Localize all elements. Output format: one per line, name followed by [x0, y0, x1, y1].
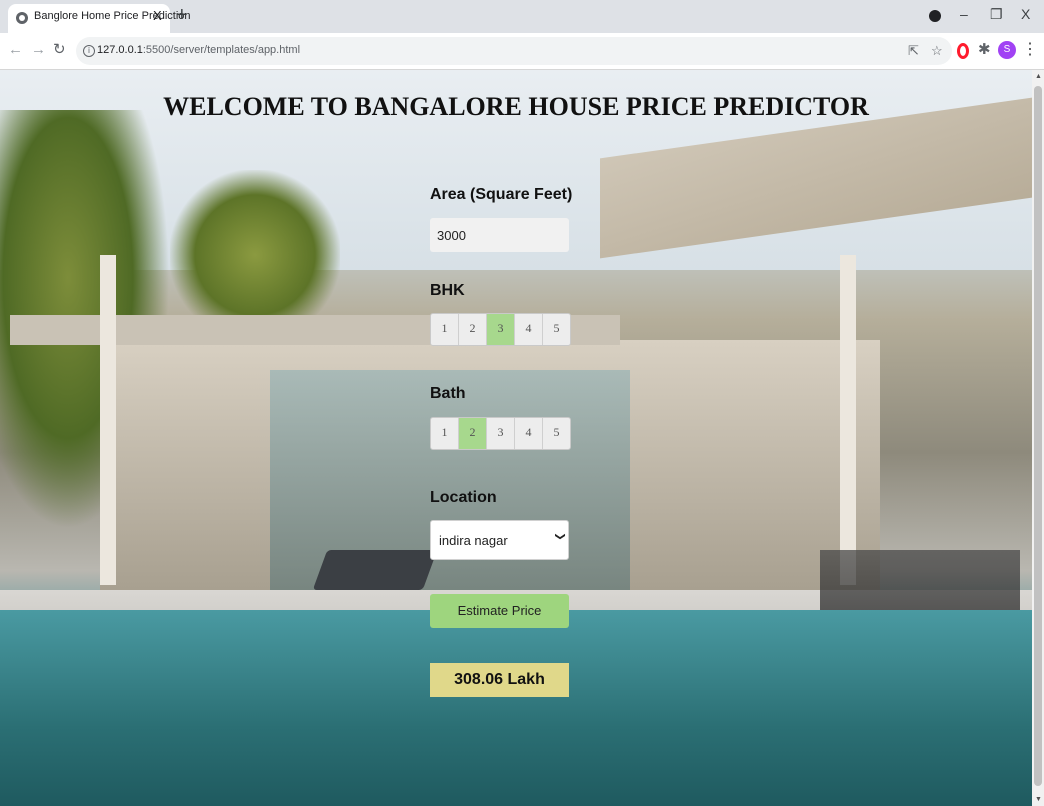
address-bar[interactable]: i 127.0.0.1:5500/server/templates/app.ht…	[76, 37, 952, 65]
info-icon[interactable]: i	[83, 45, 95, 57]
bhk-option[interactable]: 4	[515, 314, 543, 345]
browser-toolbar: ← → ↻ i 127.0.0.1:5500/server/templates/…	[0, 33, 1044, 70]
restore-button[interactable]: ❐	[990, 5, 1003, 23]
reload-icon[interactable]: ↻	[53, 41, 66, 59]
bath-label: Bath	[430, 385, 466, 402]
page-title: WELCOME TO BANGALORE HOUSE PRICE PREDICT…	[163, 92, 869, 121]
new-tab-button[interactable]: +	[176, 4, 188, 26]
background-column	[840, 255, 856, 585]
background-patio-table	[820, 550, 1020, 610]
bhk-option[interactable]: 5	[543, 314, 570, 345]
estimated-price-result: 308.06 Lakh	[430, 663, 569, 697]
bookmark-star-icon[interactable]: ☆	[931, 43, 943, 59]
bhk-option[interactable]: 1	[431, 314, 459, 345]
tab-strip: Banglore Home Price Prediction X + – ❐ X	[0, 0, 1044, 33]
scroll-up-arrow-icon[interactable]: ▲	[1035, 73, 1042, 80]
globe-icon	[16, 12, 28, 24]
scrollbar-thumb[interactable]	[1034, 86, 1042, 786]
background-column	[100, 255, 116, 585]
extensions-puzzle-icon[interactable]: ✱	[978, 41, 991, 59]
url-host: 127.0.0.1	[97, 44, 143, 56]
bhk-label: BHK	[430, 282, 465, 299]
location-select[interactable]: indira nagar ❯	[430, 520, 569, 560]
area-label: Area (Square Feet)	[430, 186, 573, 203]
forward-arrow-icon[interactable]: →	[31, 41, 46, 59]
page-scrollbar[interactable]: ▲ ▼	[1032, 70, 1044, 806]
bhk-option-selected[interactable]: 3	[487, 314, 515, 345]
bath-option-selected[interactable]: 2	[459, 418, 487, 449]
back-arrow-icon[interactable]: ←	[8, 41, 23, 59]
browser-menu-icon[interactable]: ⋮	[1022, 41, 1038, 59]
location-selected-value: indira nagar	[439, 533, 508, 548]
share-icon[interactable]: ⇱	[908, 43, 919, 59]
opera-extension-icon[interactable]	[957, 43, 969, 59]
location-pin-icon[interactable]	[929, 10, 941, 22]
background-lounge-chair	[312, 550, 438, 590]
location-label: Location	[430, 489, 497, 506]
tab-close-button[interactable]: X	[153, 8, 162, 23]
minimize-button[interactable]: –	[960, 5, 968, 23]
bath-switch: 1 2 3 4 5	[430, 417, 571, 450]
bath-option[interactable]: 1	[431, 418, 459, 449]
tab-title: Banglore Home Price Prediction	[34, 10, 191, 22]
scroll-down-arrow-icon[interactable]: ▼	[1035, 796, 1042, 803]
url-path: :5500/server/templates/app.html	[142, 44, 301, 56]
bath-option[interactable]: 5	[543, 418, 570, 449]
bath-option[interactable]: 4	[515, 418, 543, 449]
url-text[interactable]: 127.0.0.1:5500/server/templates/app.html	[97, 44, 300, 56]
browser-tab[interactable]: Banglore Home Price Prediction X	[8, 4, 191, 33]
estimate-price-button[interactable]: Estimate Price	[430, 594, 569, 628]
chevron-down-icon: ❯	[554, 532, 566, 541]
bath-option[interactable]: 3	[487, 418, 515, 449]
close-window-button[interactable]: X	[1021, 5, 1030, 23]
background-pool	[0, 610, 1032, 806]
page-viewport: WELCOME TO BANGALORE HOUSE PRICE PREDICT…	[0, 70, 1032, 806]
bhk-switch: 1 2 3 4 5	[430, 313, 571, 346]
bhk-option[interactable]: 2	[459, 314, 487, 345]
area-input[interactable]	[430, 218, 569, 252]
profile-avatar[interactable]: S	[998, 41, 1016, 59]
